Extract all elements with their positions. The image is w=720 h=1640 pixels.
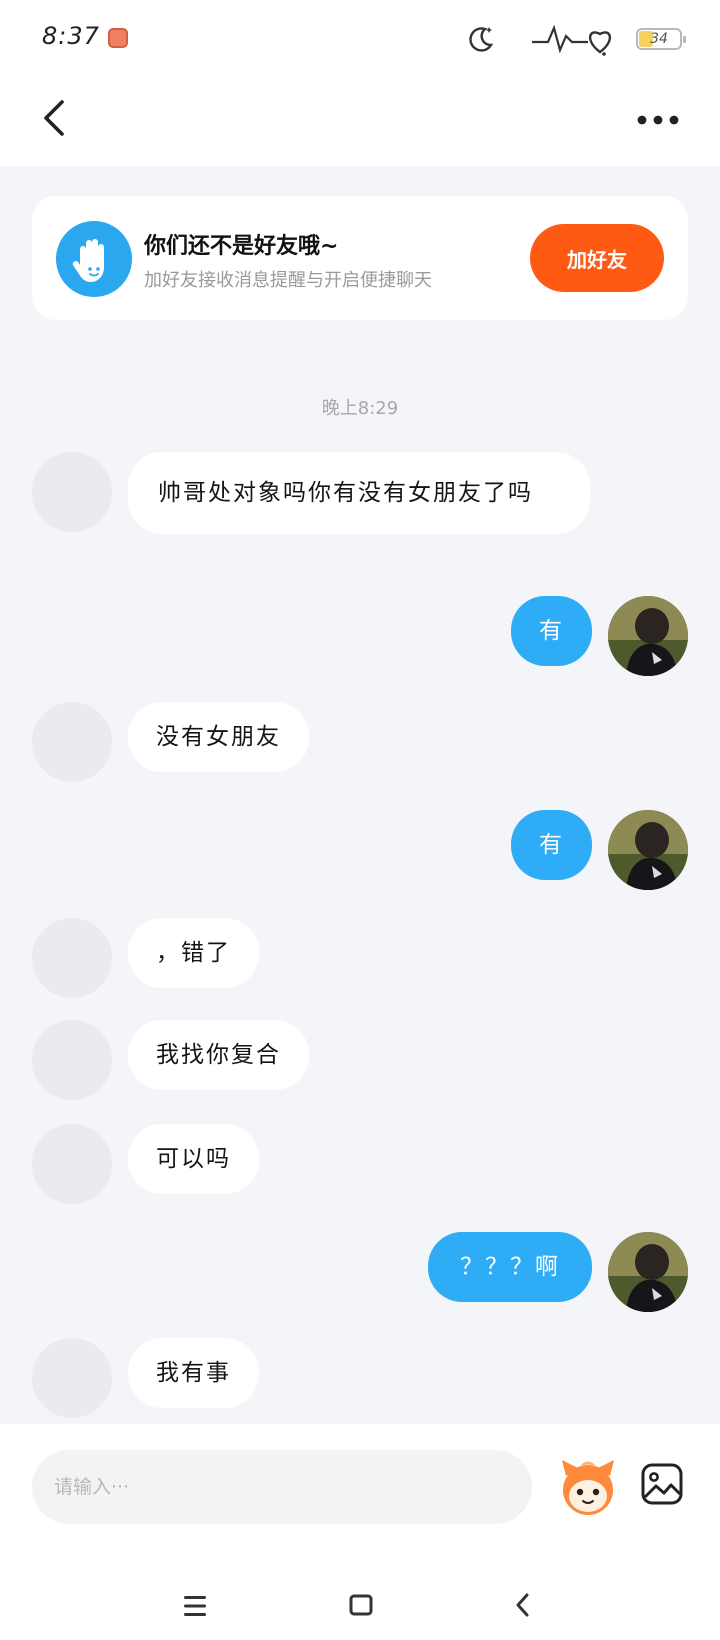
moon-icon [466,24,496,58]
user-avatar[interactable] [608,810,688,890]
menu-nav-button[interactable] [182,1594,208,1618]
outgoing-message-bubble[interactable]: ？？？啊 [428,1232,592,1302]
user-avatar[interactable] [608,1232,688,1312]
chat-screen: 8:37 34 你们还不是好友哦~ 加好友接收消息提醒与开启便捷聊天 加好友 晚… [0,0,720,1640]
message-input[interactable] [32,1450,532,1524]
banner-title: 你们还不是好友哦~ [144,234,339,259]
mascot-emoji-button[interactable] [556,1454,620,1518]
message-timestamp: 晚上8:29 [321,398,399,419]
menu-icon [184,1596,206,1616]
back-arrow-icon [516,1593,529,1617]
incoming-message-bubble[interactable]: ，错了 [128,918,259,988]
add-friend-banner: 你们还不是好友哦~ 加好友接收消息提醒与开启便捷聊天 加好友 [32,196,688,320]
sender-avatar[interactable] [32,1020,112,1100]
send-image-button[interactable] [640,1462,684,1506]
battery-level: 34 [650,31,668,47]
heartbeat-icon [530,22,622,60]
image-icon [641,1463,683,1505]
sender-avatar[interactable] [32,918,112,998]
incoming-message-bubble[interactable]: 可以吗 [128,1124,259,1194]
waving-hand-icon [56,221,132,297]
incoming-message-bubble[interactable]: 帅哥处对象吗你有没有女朋友了吗 [128,452,590,534]
chevron-left-icon [44,100,64,136]
chat-header [0,74,720,166]
app-notification-icon [108,28,128,48]
home-square-icon [349,1594,373,1616]
user-avatar[interactable] [608,596,688,676]
battery-icon: 34 [636,28,686,50]
incoming-message-bubble[interactable]: 没有女朋友 [128,702,309,772]
more-options-button[interactable] [630,100,686,140]
input-bar [0,1424,720,1640]
sender-avatar[interactable] [32,702,112,782]
sender-avatar[interactable] [32,1338,112,1418]
status-bar: 8:37 34 [0,0,720,74]
back-button[interactable] [34,94,78,142]
outgoing-message-bubble[interactable]: 有 [511,810,592,880]
sender-avatar[interactable] [32,452,112,532]
incoming-message-bubble[interactable]: 我有事 [128,1338,259,1408]
status-time: 8:37 [42,22,100,50]
sender-avatar[interactable] [32,1124,112,1204]
more-dots-icon [637,115,679,125]
outgoing-message-bubble[interactable]: 有 [511,596,592,666]
incoming-message-bubble[interactable]: 我找你复合 [128,1020,309,1090]
add-friend-button[interactable]: 加好友 [530,224,664,292]
home-nav-button[interactable] [349,1594,373,1616]
banner-subtitle: 加好友接收消息提醒与开启便捷聊天 [144,270,432,291]
back-nav-button[interactable] [512,1592,534,1618]
mascot-icon [562,1460,614,1515]
